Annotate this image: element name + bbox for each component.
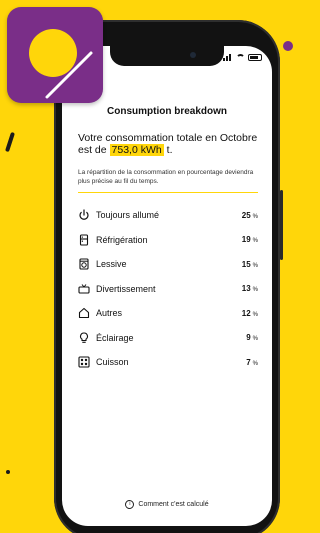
- category-value: 9: [246, 333, 251, 343]
- divider: [78, 192, 258, 193]
- house-icon: [78, 307, 90, 319]
- page-title: Consumption breakdown: [107, 106, 227, 117]
- accuracy-note: La répartition de la consommation en pou…: [78, 169, 254, 185]
- category-percent: 25%: [242, 211, 258, 220]
- category-label: Réfrigération: [96, 234, 148, 245]
- category-row-eclairage[interactable]: Éclairage 9%: [78, 326, 258, 351]
- category-percent: 19%: [242, 235, 258, 244]
- wifi-icon: [236, 54, 245, 61]
- fridge-icon: [78, 234, 90, 246]
- decorative-dot: [6, 470, 10, 474]
- breakdown-content: Votre consommation totale en Octobre est…: [78, 132, 258, 375]
- category-label: Lessive: [96, 259, 127, 270]
- consumption-headline: Votre consommation totale en Octobre est…: [78, 132, 258, 156]
- category-row-autres[interactable]: Autres 12%: [78, 301, 258, 326]
- stove-icon: [78, 356, 90, 368]
- tv-icon: [78, 283, 90, 295]
- category-value: 12: [241, 308, 251, 318]
- washing-machine-icon: [78, 258, 90, 270]
- category-label: Autres: [96, 308, 123, 319]
- category-unit: %: [252, 238, 258, 245]
- camera-icon: [190, 52, 196, 58]
- category-row-lessive[interactable]: Lessive 15%: [78, 252, 258, 277]
- category-unit: %: [252, 287, 258, 294]
- category-value: 19: [241, 235, 251, 245]
- decorative-purple-dot: [283, 41, 293, 51]
- category-value: 15: [241, 259, 251, 269]
- app-logo: [7, 7, 103, 103]
- category-unit: %: [252, 262, 258, 269]
- category-row-toujours-allume[interactable]: Toujours allumé 25%: [78, 203, 258, 228]
- category-value: 13: [241, 284, 251, 294]
- category-unit: %: [252, 336, 258, 343]
- category-row-refrigeration[interactable]: Réfrigération 19%: [78, 228, 258, 253]
- category-percent: 9%: [246, 333, 258, 342]
- status-bar: [223, 54, 262, 61]
- category-label: Toujours allumé: [96, 210, 160, 221]
- category-label: Éclairage: [96, 332, 134, 343]
- category-list: Toujours allumé 25% Réfrigération 19% Le…: [78, 203, 258, 375]
- total-consumption-value: 753,0 kWh: [109, 144, 164, 156]
- category-percent: 12%: [242, 309, 258, 318]
- phone-notch: [110, 46, 224, 66]
- how-calculated-label: Comment c'est calculé: [138, 501, 209, 508]
- info-icon: i: [125, 500, 135, 509]
- how-calculated-link[interactable]: i Comment c'est calculé: [62, 500, 272, 509]
- category-percent: 13%: [242, 284, 258, 293]
- category-percent: 7%: [246, 358, 258, 367]
- category-unit: %: [252, 311, 258, 318]
- decorative-dash: [5, 131, 15, 153]
- power-icon: [78, 209, 90, 221]
- signal-icon: [223, 54, 233, 61]
- battery-icon: [248, 54, 262, 61]
- category-label: Divertissement: [96, 283, 156, 294]
- lightbulb-icon: [78, 332, 90, 344]
- category-label: Cuisson: [96, 357, 129, 368]
- category-row-divertissement[interactable]: Divertissement 13%: [78, 277, 258, 302]
- category-row-cuisson[interactable]: Cuisson 7%: [78, 350, 258, 375]
- category-unit: %: [252, 360, 258, 367]
- phone-side-button: [280, 190, 283, 260]
- phone-screen: Consumption breakdown Votre consommation…: [62, 46, 272, 526]
- category-value: 7: [246, 357, 251, 367]
- category-unit: %: [252, 213, 258, 220]
- category-percent: 15%: [242, 260, 258, 269]
- category-value: 25: [241, 210, 251, 220]
- headline-suffix: t.: [166, 144, 173, 156]
- logo-icon: [29, 29, 93, 99]
